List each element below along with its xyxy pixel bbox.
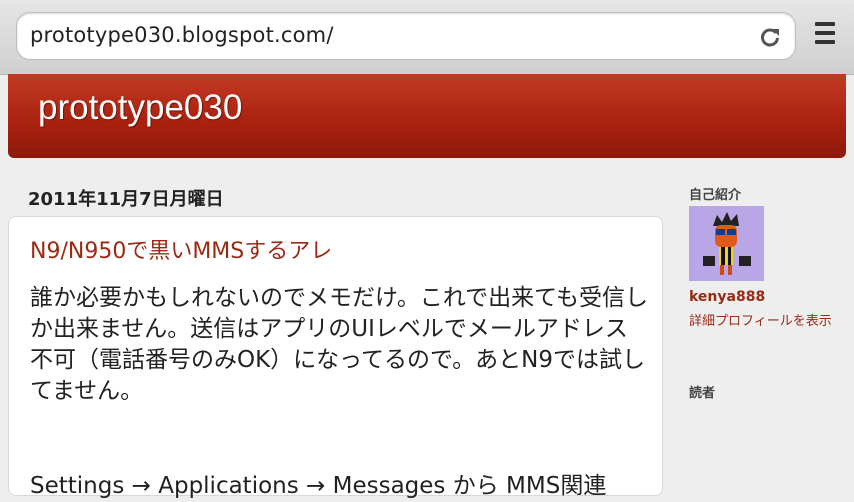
reload-icon[interactable] (759, 26, 781, 48)
post-date: 2011年11月7日月曜日 (28, 189, 224, 210)
address-bar[interactable]: prototype030.blogspot.com/ (16, 12, 796, 60)
post-body-continued: Settings → Applications → Messages から MM… (30, 473, 607, 499)
profile-username[interactable]: kenya888 (689, 289, 765, 305)
blog-title[interactable]: prototype030 (38, 88, 242, 128)
post-card: N9/N950で黒いMMSするアレ 誰か必要かもしれないのでメモだけ。これで出来… (8, 216, 663, 499)
readers-heading: 読者 (689, 386, 716, 401)
avatar-figure-icon (689, 206, 764, 281)
avatar[interactable] (689, 206, 764, 281)
url-text[interactable]: prototype030.blogspot.com/ (30, 23, 334, 47)
blog-header: prototype030 (8, 74, 846, 158)
profile-link[interactable]: 詳細プロフィールを表示 (689, 312, 839, 332)
post-body: 誰か必要かもしれないのでメモだけ。これで出来ても受信しか出来ません。送信はアプリ… (30, 285, 649, 404)
profile-heading: 自己紹介 (689, 188, 742, 203)
menu-icon[interactable] (815, 22, 837, 50)
post-title[interactable]: N9/N950で黒いMMSするアレ (30, 233, 332, 265)
browser-toolbar: prototype030.blogspot.com/ (0, 0, 854, 75)
